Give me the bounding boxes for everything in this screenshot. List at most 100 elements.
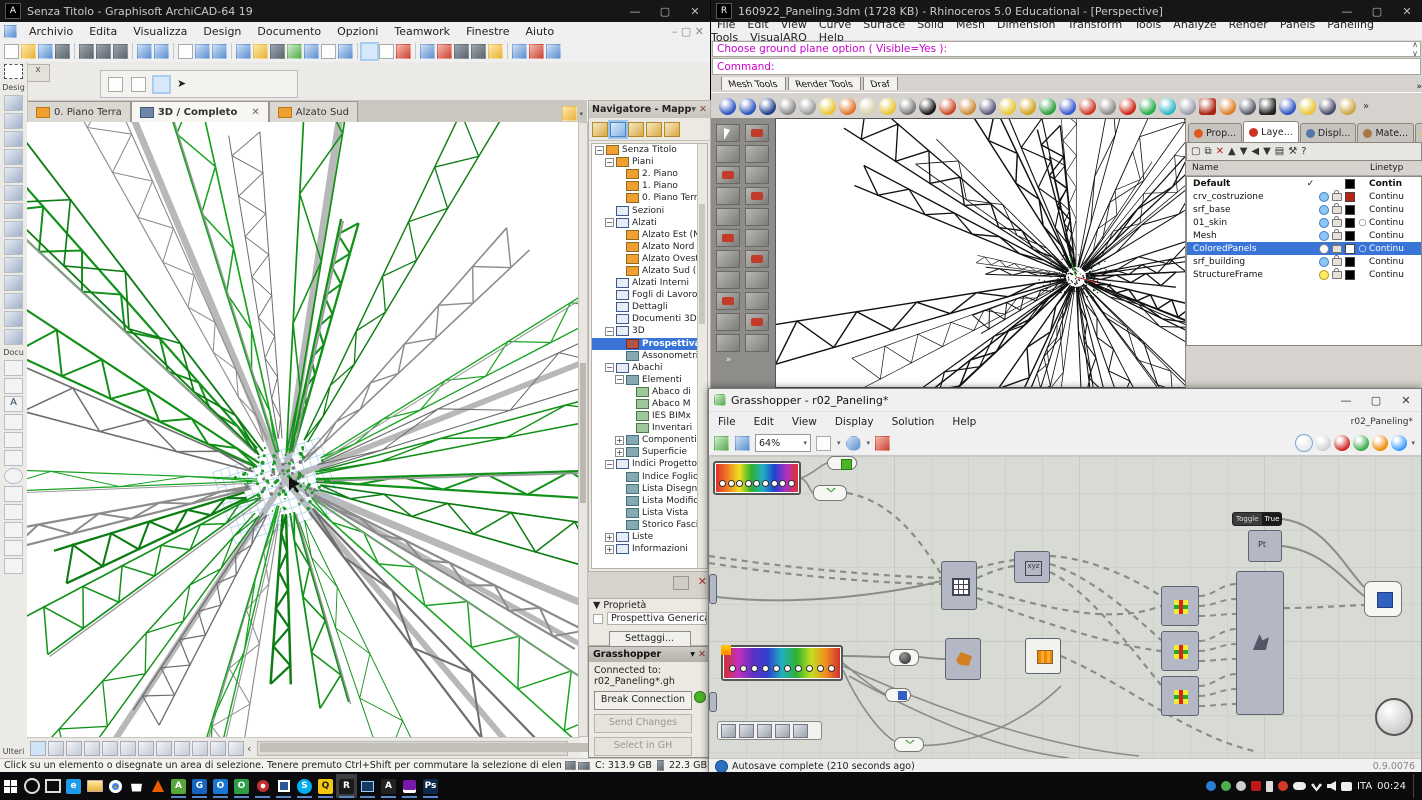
tree-item[interactable]: − Senza Titolo (592, 144, 707, 156)
arc-icon[interactable] (471, 43, 486, 59)
tab-list-icon[interactable] (562, 106, 578, 121)
dock-icon[interactable] (673, 576, 689, 590)
rhino-tool-icon-28[interactable] (1279, 97, 1296, 115)
menu-item[interactable]: Visualizza (125, 23, 195, 40)
rhino-toolbox-icon-6[interactable] (715, 187, 740, 205)
object-tool-icon[interactable] (4, 329, 23, 345)
layer-color-swatch[interactable] (1343, 191, 1356, 202)
mesh-tool-icon[interactable] (4, 257, 23, 273)
ring-preview-icon[interactable] (1391, 435, 1408, 451)
project-chooser-icon[interactable] (592, 121, 608, 137)
rhino-tool-icon-12[interactable] (959, 97, 976, 115)
figure-tool-icon[interactable] (4, 540, 23, 556)
tree-scrollbar[interactable] (697, 144, 707, 568)
layer-lock-icon[interactable] (1330, 254, 1343, 266)
prev-zoom-icon[interactable] (228, 741, 244, 756)
menu-item[interactable]: Panels (1274, 16, 1321, 33)
tray-cloud-icon[interactable] (1293, 782, 1307, 790)
tree-item[interactable]: Alzati Interni (592, 277, 707, 289)
taskbar-chrome-icon[interactable] (105, 774, 126, 798)
layer-color-swatch[interactable] (1343, 204, 1356, 215)
marquee2-tool-icon[interactable] (131, 76, 146, 92)
copy-icon[interactable] (96, 43, 111, 59)
layer-row[interactable]: crv_costruzione Continu (1187, 189, 1421, 203)
view-name-field[interactable]: Prospettiva Generica (607, 612, 707, 625)
zoom-icon[interactable] (178, 43, 193, 59)
tray-tray-red-icon[interactable] (1278, 781, 1289, 791)
half-preview-icon[interactable] (1372, 435, 1389, 451)
hotspot-tool-icon[interactable] (4, 522, 23, 538)
bake-output-node[interactable] (1364, 581, 1402, 617)
menu-item[interactable]: Edit (745, 414, 783, 430)
drawing-tool-icon[interactable] (4, 558, 23, 574)
layer-name[interactable]: srf_building (1187, 257, 1304, 267)
new-layer-icon[interactable]: ▢ (1191, 146, 1200, 157)
rhino-tool-icon-21[interactable] (1139, 97, 1156, 115)
gh-panel-menu-icon[interactable]: ▾ (690, 649, 695, 660)
tray-chat-icon[interactable] (1341, 781, 1353, 791)
nav-hscrollbar[interactable] (257, 741, 691, 756)
series-component-0[interactable] (1161, 586, 1199, 626)
layer-linetype[interactable]: Continu (1369, 231, 1421, 241)
rhino-toolbox-icon-3[interactable] (744, 145, 769, 163)
rhino-tool-icon-1[interactable] (739, 97, 756, 115)
layer-row[interactable]: StructureFrame Continu (1187, 267, 1421, 281)
report-icon[interactable]: ▤ (1275, 146, 1284, 157)
rhino-toolbox-icon-2[interactable] (715, 145, 740, 163)
rhino-tool-icon-23[interactable] (1179, 97, 1196, 115)
tree-item[interactable]: Documenti 3D (592, 313, 707, 325)
tree-item[interactable]: Lista Vista (592, 507, 707, 519)
layer-linetype[interactable]: Continu (1369, 205, 1421, 215)
rhino-tool-icon-19[interactable] (1099, 97, 1116, 115)
shaded-preview-icon[interactable] (1295, 434, 1314, 452)
menu-item[interactable]: Dimension (991, 16, 1061, 33)
menu-item[interactable]: Display (826, 414, 883, 430)
toolbar-tab[interactable]: Mesh Tools (721, 77, 786, 90)
menu-item[interactable]: Tools (1128, 16, 1167, 33)
dimension-tool-icon[interactable] (4, 360, 23, 376)
panel-tab-lights[interactable]: Lights (1415, 123, 1422, 142)
snap-icon[interactable] (253, 43, 268, 59)
rhino-tool-icon-6[interactable] (839, 97, 856, 115)
panel-tab-laye[interactable]: Laye... (1243, 121, 1299, 142)
rhino-toolbox-icon-11[interactable] (744, 229, 769, 247)
zoom-window-icon[interactable] (48, 741, 64, 756)
save-file-icon[interactable] (735, 435, 750, 451)
tree-item[interactable]: − Elementi (592, 374, 707, 386)
menu-item[interactable]: Analyze (1167, 16, 1222, 33)
layer-visibility-icon[interactable] (1317, 204, 1330, 215)
taskbar-app-purple-icon[interactable] (399, 774, 420, 798)
layer-visibility-icon[interactable] (1317, 230, 1330, 241)
marquee-tool-icon[interactable] (4, 64, 23, 79)
move-down-icon[interactable]: ▼ (1240, 146, 1248, 157)
rhino-toolbox-icon-12[interactable] (715, 250, 740, 268)
help-icon[interactable]: ? (1301, 146, 1306, 157)
panel-close-stub2[interactable]: x (26, 64, 50, 82)
menu-item[interactable]: Render (1223, 16, 1274, 33)
layer-visibility-icon[interactable] (1317, 217, 1330, 228)
taskbar-store-icon[interactable] (126, 774, 147, 798)
layer-color-swatch[interactable] (1343, 230, 1356, 241)
tree-expand-icon[interactable]: − (605, 459, 614, 469)
view-tab-alzato-sud[interactable]: Alzato Sud (268, 101, 358, 122)
layer-row[interactable]: Default ✓ Contin (1187, 177, 1421, 190)
taskbar-app-o-blue-icon[interactable]: O (210, 774, 231, 798)
navigator-close-icon[interactable]: ✕ (699, 104, 707, 115)
tree-item[interactable]: Indice Foglio (592, 471, 707, 483)
tree-item[interactable]: − Piani (592, 156, 707, 168)
taskbar-edge-icon[interactable]: e (63, 774, 84, 798)
collapse-arrow-icon[interactable]: ▼ (593, 600, 600, 611)
select-in-gh-button[interactable]: Select in GH (594, 737, 692, 756)
tree-expand-icon[interactable]: + (615, 447, 624, 457)
minimize-icon[interactable]: — (620, 0, 650, 22)
tree-expand-icon[interactable]: − (605, 218, 614, 228)
param-node-s[interactable] (827, 456, 857, 470)
tab-bar-options[interactable]: ▾ (557, 105, 587, 122)
archicad-3d-viewport[interactable] (27, 122, 578, 737)
rhino-toolbox-icon-5[interactable] (744, 166, 769, 184)
rhino-tool-icon-7[interactable] (859, 97, 876, 115)
tree-item[interactable]: Dettagli (592, 301, 707, 313)
edge-node-stub[interactable] (709, 574, 717, 604)
layer-lock-icon[interactable] (1330, 202, 1343, 214)
settings-button[interactable]: Settaggi... (608, 631, 691, 647)
